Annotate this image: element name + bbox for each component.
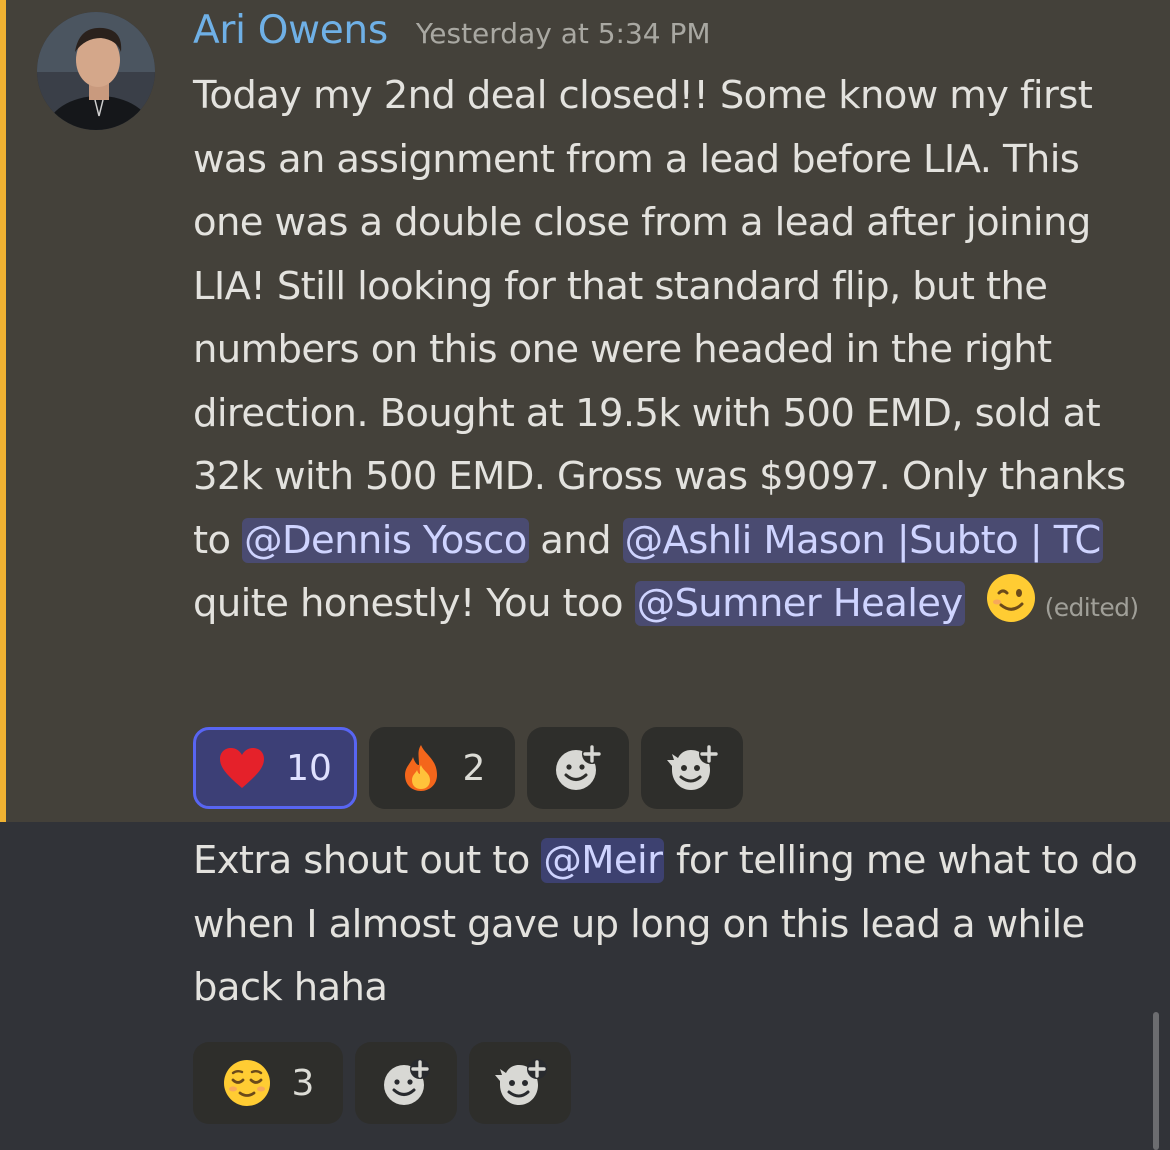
add-reaction-icon [552, 742, 604, 794]
mention-meir[interactable]: @Meir [541, 838, 665, 883]
author-name[interactable]: Ari Owens [193, 8, 388, 53]
winking-face-emoji[interactable] [985, 572, 1037, 624]
fire-icon [399, 743, 443, 793]
mention-sumner-healey[interactable]: @Sumner Healey [634, 581, 965, 626]
reaction-count: 10 [286, 747, 332, 789]
add-super-reaction-icon [492, 1057, 548, 1109]
message-content: Extra shout out to @Meir for telling me … [193, 829, 1143, 1020]
mention-dennis-yosco[interactable]: @Dennis Yosco [242, 517, 529, 563]
reaction-relieved-face[interactable]: 3 [193, 1042, 343, 1124]
message-text: quite honestly! You too [193, 581, 635, 626]
reaction-heart[interactable]: 10 [193, 727, 357, 809]
red-heart-icon [218, 746, 266, 790]
relieved-face-icon [222, 1058, 272, 1108]
message-text: and [528, 517, 623, 563]
reaction-count: 2 [462, 747, 486, 789]
message-text: Today my 2nd deal closed!! Some know my … [193, 73, 1126, 563]
message-header: Ari Owens Yesterday at 5:34 PM [193, 8, 711, 60]
reaction-fire[interactable]: 2 [369, 727, 515, 809]
add-reaction-button[interactable] [355, 1042, 457, 1124]
reaction-count: 3 [291, 1062, 315, 1104]
reactions-bar: 3 [193, 1042, 571, 1124]
highlighted-message: Ari Owens Yesterday at 5:34 PM Today my … [0, 0, 1170, 822]
edited-label: (edited) [1044, 593, 1140, 622]
message-text: Extra shout out to [193, 838, 542, 883]
add-super-reaction-icon [664, 742, 720, 794]
reactions-bar: 10 2 [193, 727, 743, 809]
add-super-reaction-button[interactable] [469, 1042, 571, 1124]
avatar[interactable] [37, 12, 155, 130]
add-reaction-button[interactable] [527, 727, 629, 809]
add-super-reaction-button[interactable] [641, 727, 743, 809]
scrollbar[interactable] [1153, 1012, 1159, 1150]
mention-ashli-mason[interactable]: @Ashli Mason |Subto | TC [622, 517, 1103, 563]
highlight-accent-bar [0, 0, 6, 822]
add-reaction-icon [380, 1057, 432, 1109]
message-content: Today my 2nd deal closed!! Some know my … [193, 64, 1143, 640]
timestamp[interactable]: Yesterday at 5:34 PM [416, 17, 711, 50]
